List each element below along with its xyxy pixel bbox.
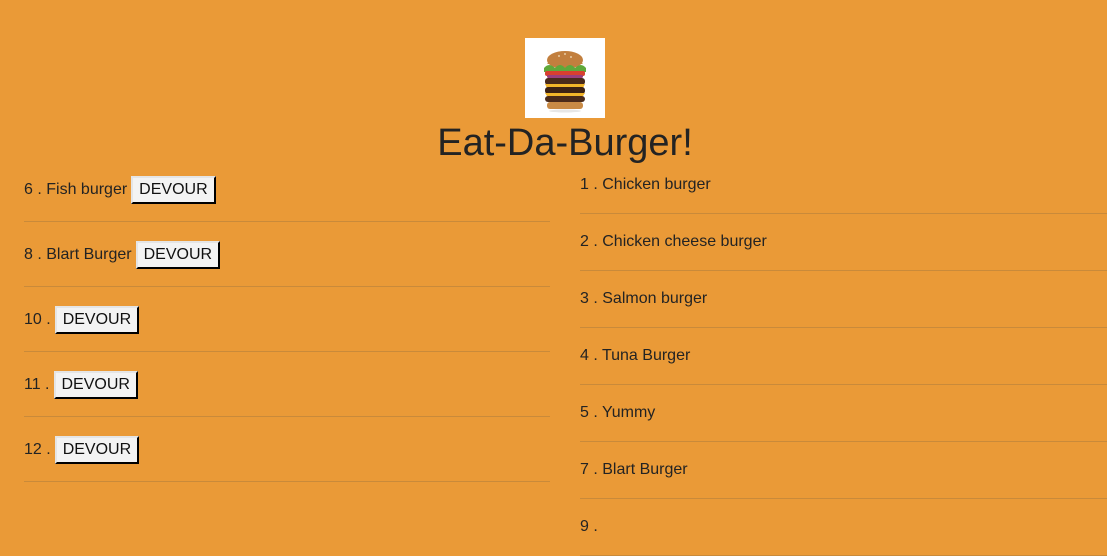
list-item: 12 . DEVOUR — [24, 417, 550, 482]
item-number: 9 . — [580, 518, 598, 535]
burger-icon — [544, 51, 586, 113]
list-item: 2 . Chicken cheese burger — [580, 214, 1107, 271]
item-name: Yummy — [601, 404, 656, 421]
item-number: 5 . — [580, 404, 598, 421]
item-number: 7 . — [580, 461, 598, 478]
devour-button[interactable]: DEVOUR — [135, 241, 221, 269]
item-number: 12 . — [24, 441, 51, 458]
list-item: 9 . — [580, 499, 1107, 556]
item-number: 11 . — [24, 376, 50, 393]
item-name: Tuna Burger — [601, 347, 691, 364]
devoured-list: 1 . Chicken burger 2 . Chicken cheese bu… — [580, 157, 1107, 556]
item-number: 3 . — [580, 290, 598, 307]
devour-button[interactable]: DEVOUR — [54, 306, 140, 334]
item-name: Blart Burger — [602, 461, 688, 478]
devour-button[interactable]: DEVOUR — [54, 436, 140, 464]
list-item: 5 . Yummy — [580, 385, 1107, 442]
list-item: 6 . Fish burger DEVOUR — [24, 157, 550, 222]
item-number: 4 . — [580, 347, 598, 364]
item-name: Chicken burger — [602, 176, 711, 193]
item-name: Salmon burger — [602, 290, 708, 307]
list-item: 8 . Blart Burger DEVOUR — [24, 222, 550, 287]
item-number: 8 . — [24, 246, 42, 263]
list-item: 10 . DEVOUR — [24, 287, 550, 352]
list-item: 11 . DEVOUR — [24, 352, 550, 417]
list-item: 7 . Blart Burger — [580, 442, 1107, 499]
item-number: 10 . — [24, 311, 51, 328]
item-name: Blart Burger — [46, 246, 132, 263]
burger-logo — [525, 38, 605, 118]
list-item: 3 . Salmon burger — [580, 271, 1107, 328]
devour-button[interactable]: DEVOUR — [131, 176, 216, 204]
item-number: 6 . — [24, 181, 42, 198]
list-item: 1 . Chicken burger — [580, 157, 1107, 214]
item-name: Chicken cheese burger — [602, 233, 767, 250]
not-devoured-list: 6 . Fish burger DEVOUR 8 . Blart Burger … — [24, 157, 550, 482]
item-number: 1 . — [580, 176, 598, 193]
devour-button[interactable]: DEVOUR — [53, 371, 138, 399]
item-number: 2 . — [580, 233, 598, 250]
item-name: Fish burger — [46, 181, 128, 198]
list-item: 4 . Tuna Burger — [580, 328, 1107, 385]
